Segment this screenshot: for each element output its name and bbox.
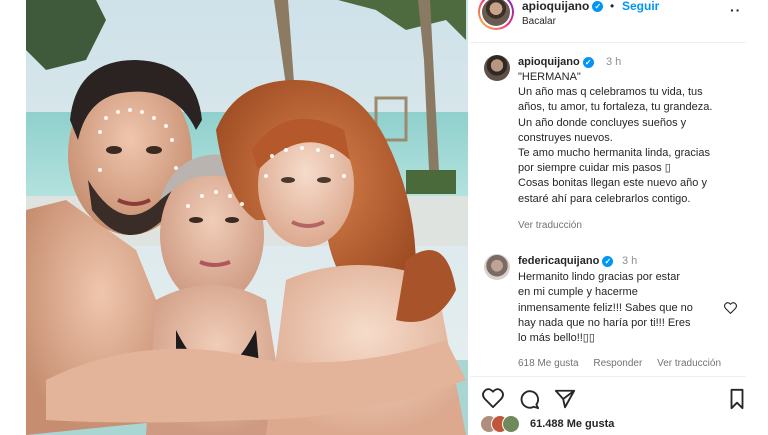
verified-badge-icon: ✓	[592, 1, 604, 13]
caption-username[interactable]: apioquijano ✓	[518, 56, 594, 68]
author-username-text[interactable]: apioquijano	[522, 0, 589, 13]
like-heart-icon[interactable]	[482, 388, 504, 408]
comment-bubble-icon[interactable]	[518, 388, 540, 410]
comment-translate-link[interactable]: Ver traducción	[657, 358, 721, 369]
post-header: apioquijano ✓ • Seguir Bacalar ··	[470, 0, 746, 43]
caption-line: por siempre cuidar mis pasos ▯	[518, 162, 671, 175]
comment-line: inmensamente feliz!!! Sabes que no	[518, 301, 693, 314]
post-photo[interactable]	[26, 0, 468, 435]
caption-translate-link[interactable]: Ver traducción	[518, 220, 582, 231]
follow-button[interactable]: Seguir	[622, 0, 659, 13]
caption-line: Un año donde concluyes sueños y	[518, 116, 687, 129]
comment-line: en mi cumple y hacerme	[518, 286, 638, 299]
comment-like-heart-icon[interactable]	[724, 302, 737, 314]
caption-line: Un año mas q celebramos tu vida, tus	[518, 86, 703, 99]
caption-line: construyes nuevos.	[518, 131, 613, 144]
post-actions	[470, 388, 746, 412]
liker-avatar[interactable]	[502, 415, 520, 433]
save-bookmark-icon[interactable]	[728, 388, 746, 410]
post-likes-count[interactable]: 61.488 Me gusta	[530, 418, 614, 430]
author-avatar[interactable]	[478, 0, 514, 30]
verified-badge-icon: ✓	[582, 56, 594, 68]
author-username[interactable]: apioquijano ✓	[522, 0, 604, 13]
caption-time: 3 h	[606, 56, 622, 68]
comment-avatar[interactable]	[484, 254, 510, 280]
comment-reply-button[interactable]: Responder	[593, 358, 642, 369]
caption-line: Cosas bonitas llegan este nuevo año y	[518, 177, 707, 190]
caption-line: Te amo mucho hermanita linda, gracias	[518, 147, 710, 160]
post-location[interactable]: Bacalar	[522, 16, 556, 27]
more-horizontal-icon[interactable]: ··	[730, 2, 741, 18]
caption-avatar[interactable]	[484, 55, 510, 81]
caption-text: "HERMANA" Un año mas q celebramos tu vid…	[518, 70, 740, 207]
caption-line: años, tu amor, tu fortaleza, tu grandeza…	[518, 101, 713, 114]
separator-dot: •	[610, 0, 615, 13]
actions-divider	[470, 376, 746, 377]
comment-line: hay nada que no haría por ti!!! Eres	[518, 316, 691, 329]
comment-time: 3 h	[622, 255, 638, 267]
comment-line: Hermanito lindo gracias por estar	[518, 271, 681, 283]
caption-line: estaré ahí para celebrarlos contigo.	[518, 192, 691, 205]
comment-username-text[interactable]: federicaquijano	[518, 255, 599, 267]
post-photo-illustration	[26, 0, 468, 435]
share-paper-plane-icon[interactable]	[554, 388, 576, 410]
verified-badge-icon: ✓	[602, 255, 614, 267]
comment-meta: 618 Me gusta Responder Ver traducción	[518, 358, 733, 369]
comment-likes[interactable]: 618 Me gusta	[518, 358, 579, 369]
comment-username[interactable]: federicaquijano ✓	[518, 255, 614, 267]
caption-username-text[interactable]: apioquijano	[518, 56, 580, 68]
caption-line: "HERMANA"	[518, 71, 581, 83]
post-side-panel: apioquijano ✓ • Seguir Bacalar ·· apioqui…	[470, 0, 746, 435]
comment-text: Hermanito lindo gracias por estar en mi …	[518, 270, 718, 346]
comment-line: lo más bello!!▯▯	[518, 332, 595, 345]
